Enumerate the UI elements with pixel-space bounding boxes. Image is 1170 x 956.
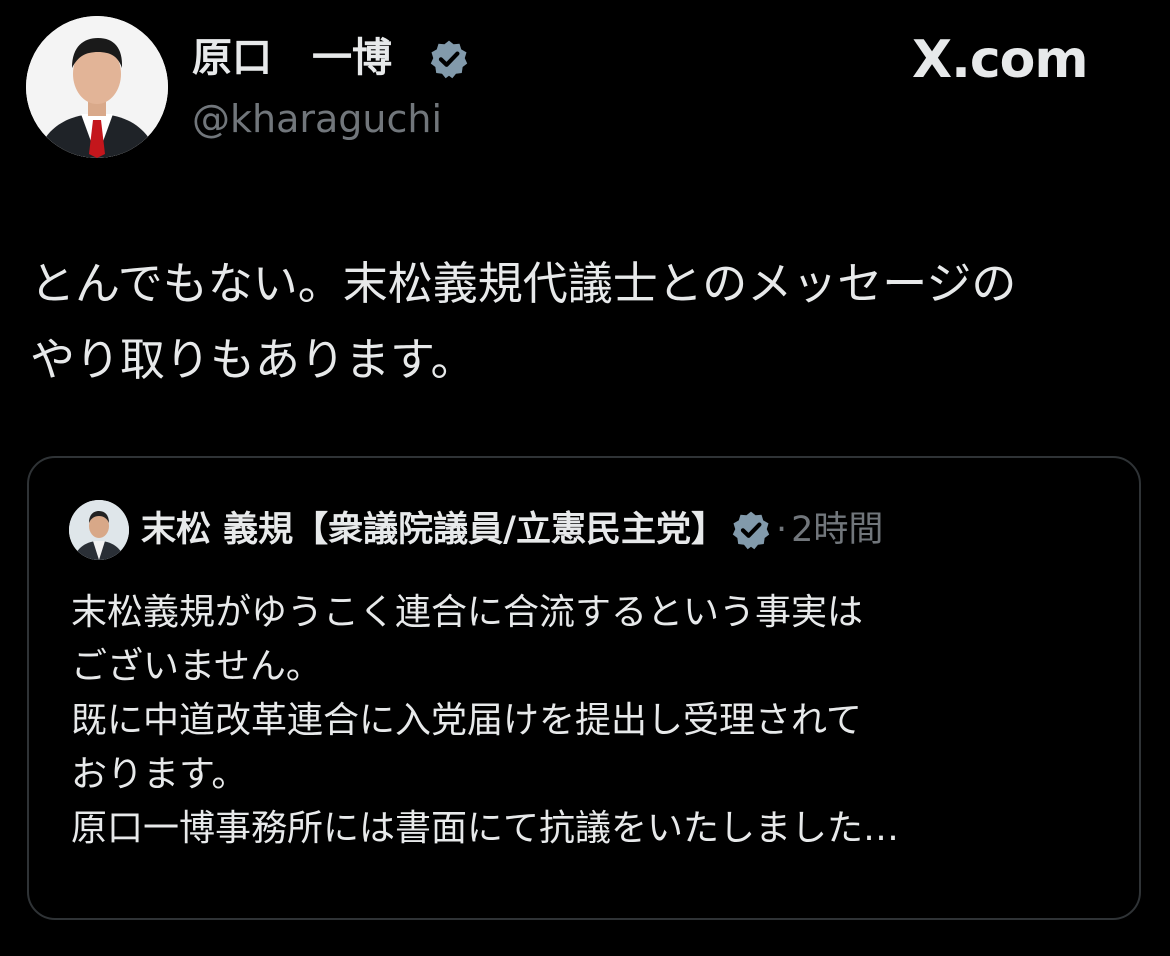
verified-badge-icon bbox=[732, 511, 770, 550]
author-portrait-image bbox=[26, 16, 168, 158]
quoted-tweet-text: 末松義規がゆうこく連合に合流するという事実は ございません。 既に中道改革連合に… bbox=[71, 592, 900, 849]
quoted-tweet-header: 末松 義規【衆議院議員/立憲民主党】 · 2時間 bbox=[141, 504, 883, 556]
quoted-tweet-card[interactable]: 末松 義規【衆議院議員/立憲民主党】 · 2時間 末松義規がゆうこく連合に合流す… bbox=[27, 456, 1141, 920]
author-name[interactable]: 原口 一博 bbox=[192, 30, 392, 86]
site-brand: X.com bbox=[912, 30, 1089, 90]
quoted-tweet-timestamp[interactable]: 2時間 bbox=[791, 504, 883, 556]
quoted-author-portrait-image bbox=[69, 500, 129, 560]
author-avatar[interactable] bbox=[26, 16, 168, 158]
header-separator: · bbox=[775, 510, 788, 550]
quoted-author-name[interactable]: 末松 義規【衆議院議員/立憲民主党】 bbox=[141, 504, 726, 556]
verified-badge-icon bbox=[430, 40, 468, 79]
tweet-text: とんでもない。末松義規代議士とのメッセージの やり取りもあります。 bbox=[30, 257, 1017, 386]
author-handle[interactable]: @kharaguchi bbox=[192, 94, 442, 144]
quoted-author-avatar[interactable] bbox=[69, 500, 129, 560]
